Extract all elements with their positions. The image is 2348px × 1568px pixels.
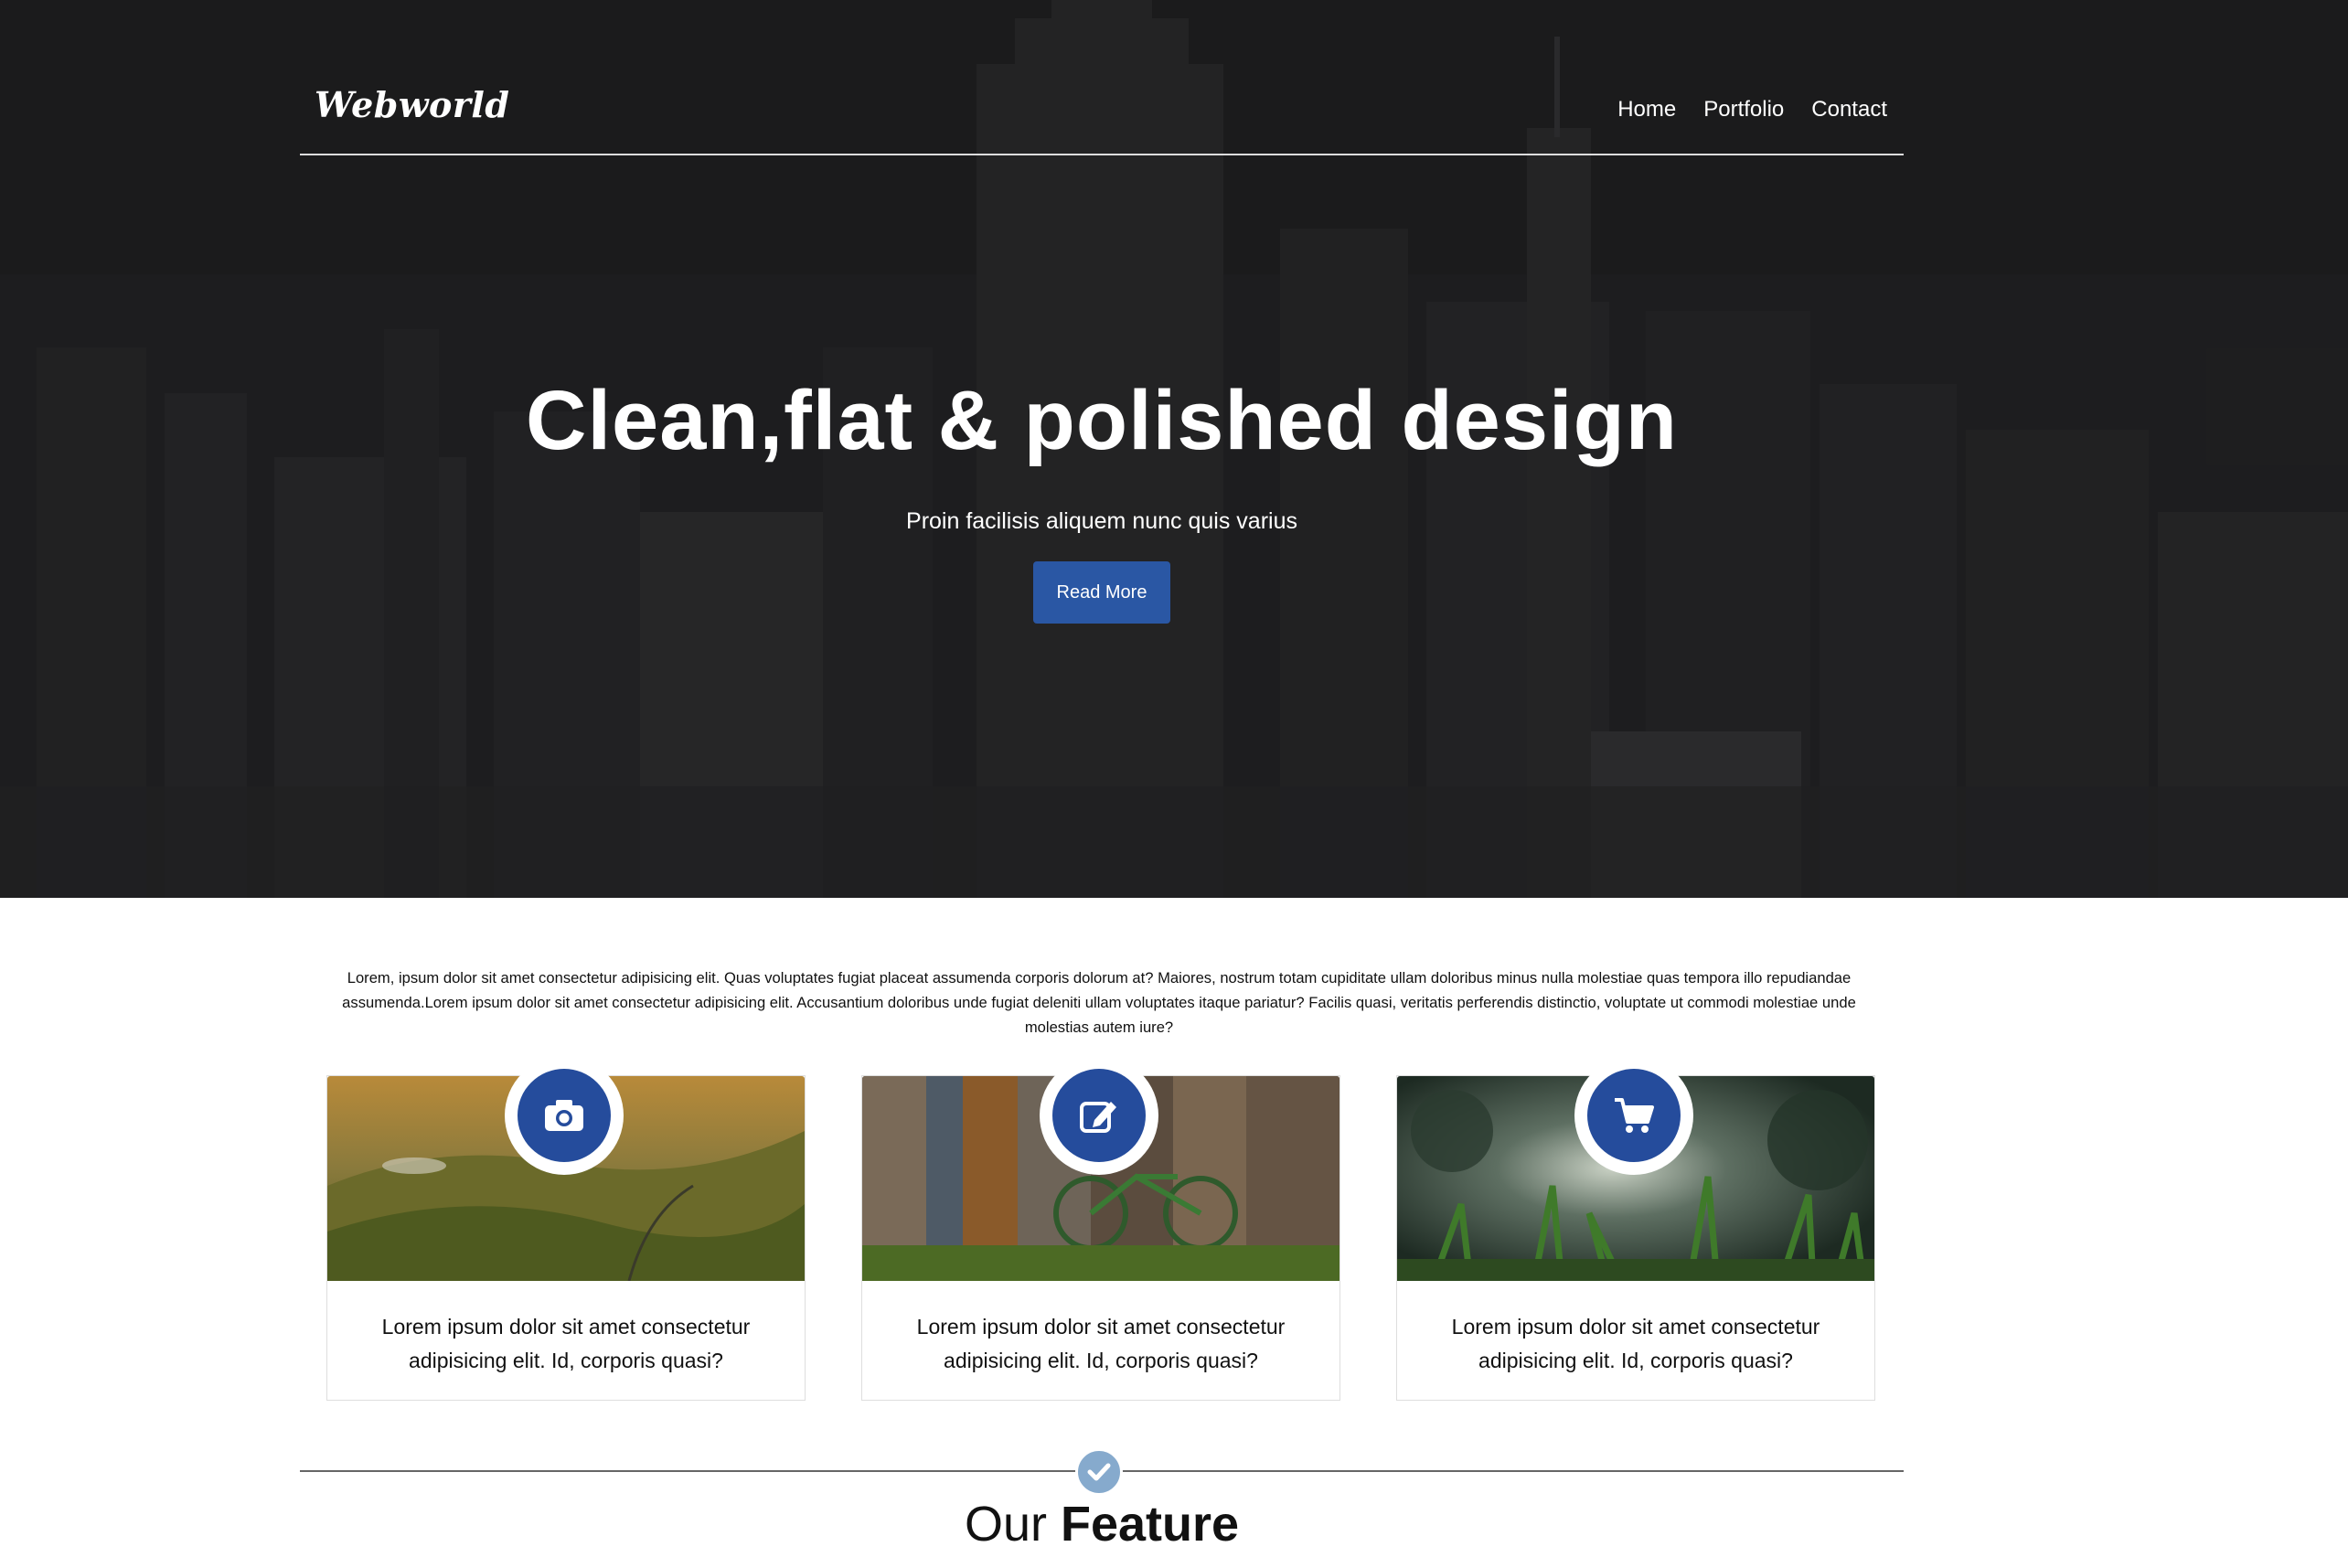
feature-card-editing: Lorem ipsum dolor sit amet consectetur a…: [861, 1056, 1340, 1401]
section-divider-left: [300, 1470, 1075, 1472]
hero-subtitle: Proin facilisis aliquem nunc quis varius: [906, 508, 1297, 534]
read-more-button[interactable]: Read More: [1033, 561, 1170, 624]
section-title-bold: Feature: [1060, 1497, 1240, 1552]
hero-title: Clean,flat & polished design: [526, 374, 1678, 467]
card-icon-ring: [1040, 1056, 1158, 1175]
site-header: Webworld Home Portfolio Contact: [300, 0, 1904, 155]
card-caption: Lorem ipsum dolor sit amet consectetur a…: [916, 1315, 1286, 1372]
card-icon-ring: [505, 1056, 624, 1175]
card-caption: Lorem ipsum dolor sit amet consectetur a…: [1451, 1315, 1820, 1372]
section-title: Our Feature: [0, 1496, 2204, 1552]
hero-section: Webworld Home Portfolio Contact Clean,fl…: [0, 0, 2348, 898]
main-nav: Home Portfolio Contact: [1617, 97, 1887, 123]
section-divider-right: [1121, 1470, 1904, 1472]
section-title-light: Our: [964, 1497, 1061, 1552]
card-icon-ring: [1574, 1056, 1693, 1175]
feature-card-photography: Lorem ipsum dolor sit amet consectetur a…: [326, 1056, 806, 1401]
feature-card-shop: Lorem ipsum dolor sit amet consectetur a…: [1396, 1056, 1875, 1401]
nav-home-link[interactable]: Home: [1617, 97, 1676, 123]
camera-icon: [518, 1069, 611, 1162]
card-caption: Lorem ipsum dolor sit amet consectetur a…: [381, 1315, 751, 1372]
nav-portfolio-link[interactable]: Portfolio: [1703, 97, 1784, 123]
check-circle-icon: [1075, 1448, 1123, 1496]
site-logo[interactable]: Webworld: [315, 84, 509, 125]
edit-icon: [1052, 1069, 1146, 1162]
cart-icon: [1587, 1069, 1681, 1162]
nav-contact-link[interactable]: Contact: [1811, 97, 1887, 123]
intro-paragraph: Lorem, ipsum dolor sit amet consectetur …: [342, 969, 1856, 1036]
